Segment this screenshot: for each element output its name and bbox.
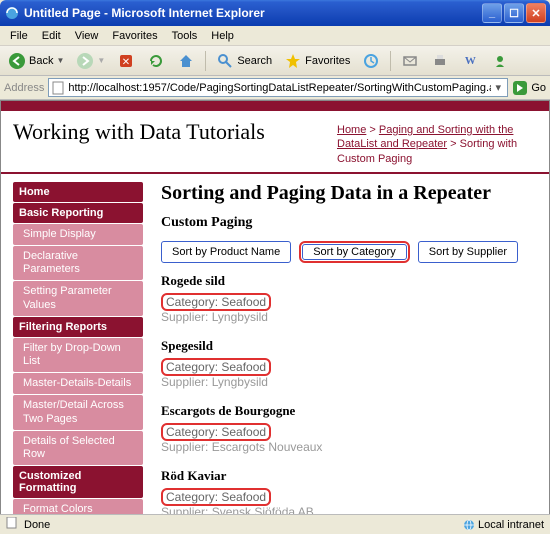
mail-icon (401, 52, 419, 70)
edit-button[interactable]: W (457, 50, 483, 72)
window-titlebar: Untitled Page - Microsoft Internet Explo… (0, 0, 550, 26)
page-title: Working with Data Tutorials (13, 119, 337, 166)
sidebar-header-customized-formatting[interactable]: Customized Formatting (13, 466, 143, 498)
search-button[interactable]: Search (212, 50, 276, 72)
sidebar-item-master-details-details[interactable]: Master-Details-Details (13, 373, 143, 394)
home-icon (177, 52, 195, 70)
edit-icon: W (461, 52, 479, 70)
toolbar: Back ▼ ▼ ✕ Search Favorites W (0, 46, 550, 76)
forward-button[interactable]: ▼ (72, 50, 109, 72)
menu-tools[interactable]: Tools (166, 28, 204, 44)
home-button[interactable] (173, 50, 199, 72)
chevron-down-icon: ▼ (97, 56, 105, 65)
product-name: Spegesild (161, 338, 535, 354)
menubar: File Edit View Favorites Tools Help (0, 26, 550, 46)
messenger-icon (491, 52, 509, 70)
back-icon (8, 52, 26, 70)
chevron-down-icon: ▼ (56, 56, 64, 65)
viewport: Working with Data Tutorials Home > Pagin… (0, 100, 550, 514)
search-label: Search (237, 55, 272, 67)
messenger-button[interactable] (487, 50, 513, 72)
sidebar-item-format-colors[interactable]: Format Colors (13, 499, 143, 514)
sidebar-item-setting-parameter-values[interactable]: Setting Parameter Values (13, 281, 143, 315)
address-bar: Address ▾ Go (0, 76, 550, 100)
sidebar-header-filtering-reports[interactable]: Filtering Reports (13, 317, 143, 337)
security-zone: Local intranet (463, 519, 544, 531)
sidebar-header-basic-reporting[interactable]: Basic Reporting (13, 203, 143, 223)
forward-icon (76, 52, 94, 70)
sidebar: Home Basic Reporting Simple Display Decl… (13, 182, 143, 514)
sort-by-product-name-button[interactable]: Sort by Product Name (161, 241, 291, 263)
sidebar-item-simple-display[interactable]: Simple Display (13, 224, 143, 245)
mail-button[interactable] (397, 50, 423, 72)
list-item: Spegesild Category: Seafood Supplier: Ly… (161, 338, 535, 389)
minimize-button[interactable]: _ (482, 3, 502, 23)
go-label: Go (531, 82, 546, 94)
favorites-button[interactable]: Favorites (280, 50, 354, 72)
list-item: Röd Kaviar Category: Seafood Supplier: S… (161, 468, 535, 514)
breadcrumb: Home > Paging and Sorting with the DataL… (337, 119, 537, 166)
product-category: Category: Seafood (161, 423, 271, 441)
status-bar: Done Local intranet (0, 514, 550, 534)
chevron-down-icon[interactable]: ▾ (491, 81, 505, 94)
menu-favorites[interactable]: Favorites (106, 28, 163, 44)
menu-view[interactable]: View (69, 28, 105, 44)
sort-by-category-button[interactable]: Sort by Category (302, 244, 407, 260)
refresh-button[interactable] (143, 50, 169, 72)
stop-icon: ✕ (117, 52, 135, 70)
back-button[interactable]: Back ▼ (4, 50, 68, 72)
print-button[interactable] (427, 50, 453, 72)
content-heading: Sorting and Paging Data in a Repeater (161, 182, 535, 205)
url-input[interactable] (68, 80, 491, 96)
security-zone-label: Local intranet (478, 519, 544, 531)
history-button[interactable] (358, 50, 384, 72)
product-category: Category: Seafood (161, 293, 271, 311)
stop-button[interactable]: ✕ (113, 50, 139, 72)
maximize-button[interactable]: ☐ (504, 3, 524, 23)
sidebar-item-details-selected-row[interactable]: Details of Selected Row (13, 431, 143, 465)
close-button[interactable]: ✕ (526, 3, 546, 23)
breadcrumb-home[interactable]: Home (337, 124, 366, 136)
status-text: Done (24, 519, 50, 531)
list-item: Rogede sild Category: Seafood Supplier: … (161, 273, 535, 324)
window-title: Untitled Page - Microsoft Internet Explo… (24, 6, 482, 20)
intranet-icon (463, 519, 475, 531)
favorites-label: Favorites (305, 55, 350, 67)
status-page-icon (6, 517, 18, 532)
menu-file[interactable]: File (4, 28, 34, 44)
product-supplier: Supplier: Escargots Nouveaux (161, 440, 535, 454)
menu-help[interactable]: Help (205, 28, 240, 44)
print-icon (431, 52, 449, 70)
product-supplier: Supplier: Lyngbysild (161, 375, 535, 389)
ie-icon (4, 5, 20, 21)
product-supplier: Supplier: Svensk Sjöföda AB (161, 505, 535, 514)
menu-edit[interactable]: Edit (36, 28, 67, 44)
sidebar-item-declarative-parameters[interactable]: Declarative Parameters (13, 246, 143, 280)
product-category: Category: Seafood (161, 488, 271, 506)
back-label: Back (29, 55, 53, 67)
url-box[interactable]: ▾ (48, 78, 508, 97)
product-category: Category: Seafood (161, 358, 271, 376)
page-icon (51, 81, 65, 95)
sidebar-header-home[interactable]: Home (13, 182, 143, 202)
product-name: Röd Kaviar (161, 468, 535, 484)
product-name: Escargots de Bourgogne (161, 403, 535, 419)
refresh-icon (147, 52, 165, 70)
main-content: Sorting and Paging Data in a Repeater Cu… (143, 182, 549, 514)
go-button[interactable]: Go (512, 80, 546, 96)
list-item: Escargots de Bourgogne Category: Seafood… (161, 403, 535, 454)
sidebar-item-filter-dropdown[interactable]: Filter by Drop-Down List (13, 338, 143, 372)
sort-by-supplier-button[interactable]: Sort by Supplier (418, 241, 518, 263)
product-name: Rogede sild (161, 273, 535, 289)
history-icon (362, 52, 380, 70)
svg-text:✕: ✕ (122, 57, 130, 68)
address-label: Address (4, 82, 44, 94)
product-supplier: Supplier: Lyngbysild (161, 310, 535, 324)
search-icon (216, 52, 234, 70)
content-subheading: Custom Paging (161, 215, 535, 231)
star-icon (284, 52, 302, 70)
sidebar-item-master-detail-two-pages[interactable]: Master/Detail Across Two Pages (13, 395, 143, 429)
